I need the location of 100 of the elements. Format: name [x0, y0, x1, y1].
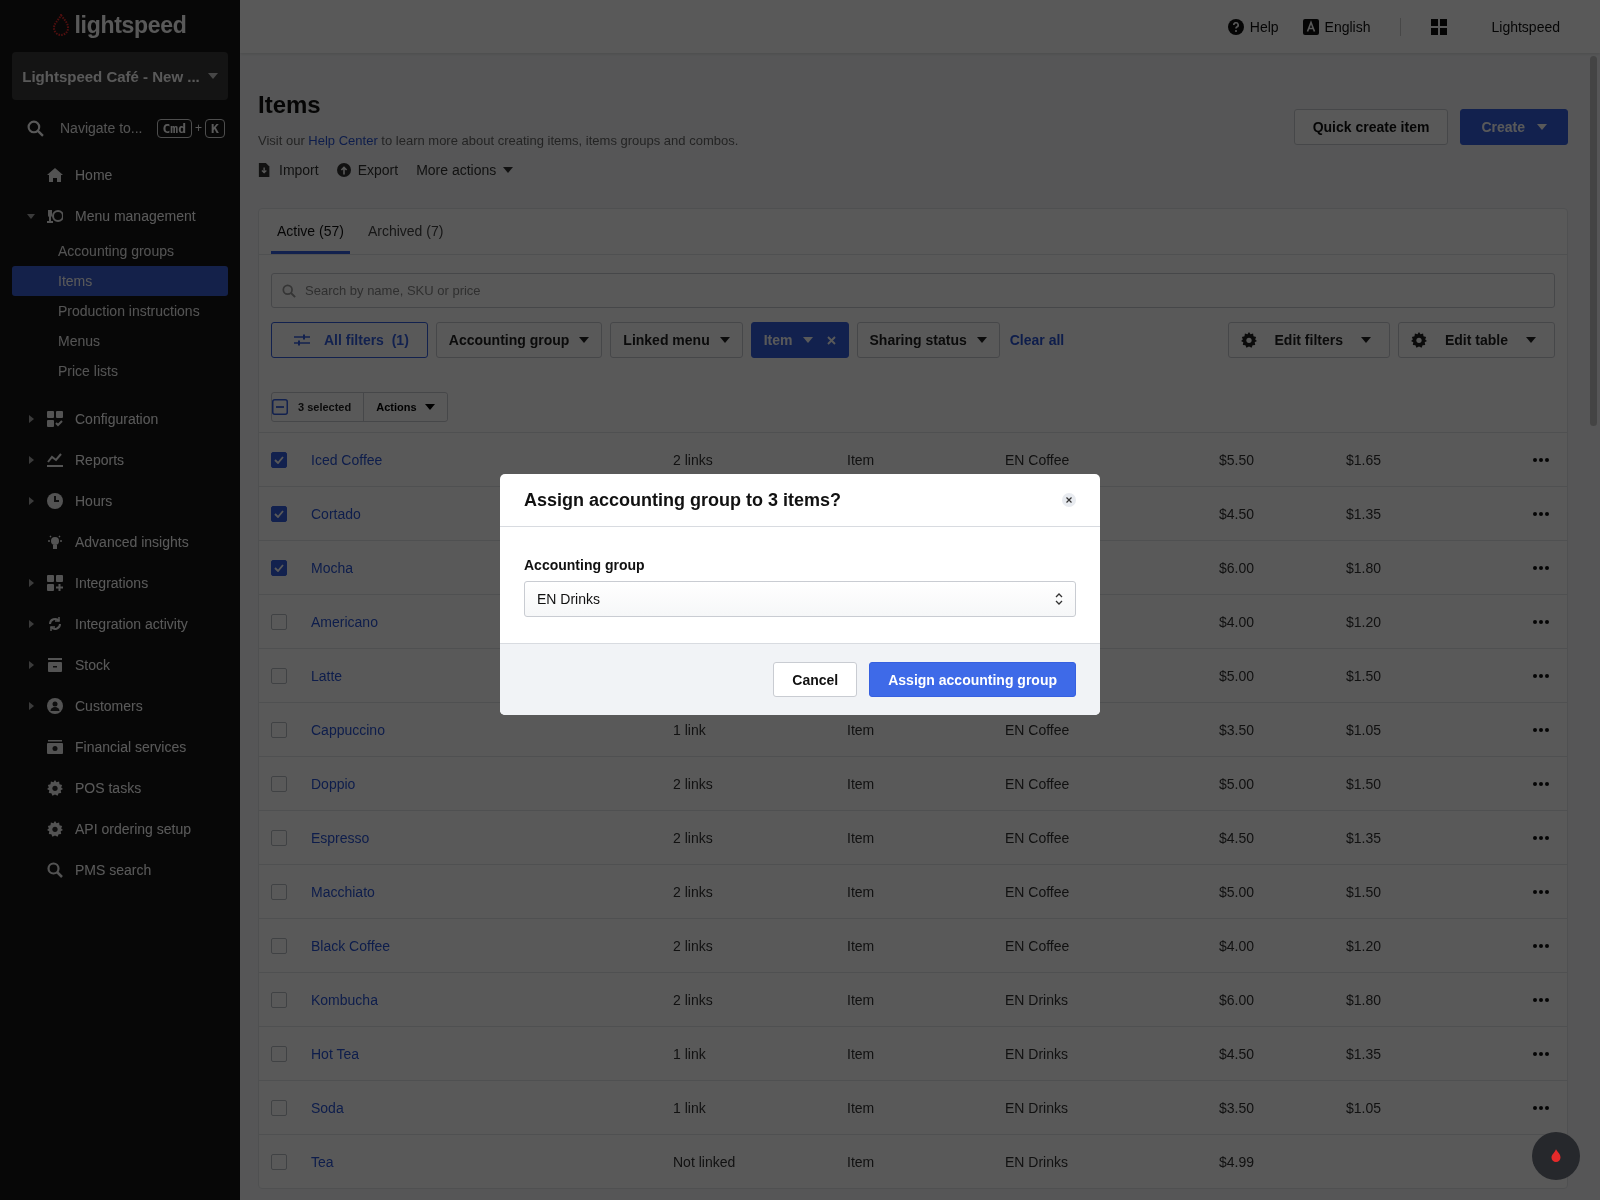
- action-button[interactable]: Export: [336, 162, 399, 178]
- sidebar-item[interactable]: PMS search: [0, 849, 240, 890]
- item-name-link[interactable]: Cortado: [311, 505, 361, 522]
- checkbox[interactable]: [271, 991, 287, 1008]
- settings-icon: [47, 820, 63, 837]
- more-icon[interactable]: [1533, 619, 1549, 624]
- checkbox[interactable]: [271, 505, 287, 522]
- more-icon[interactable]: [1533, 835, 1549, 840]
- sidebar-item[interactable]: Configuration: [0, 398, 240, 439]
- checkbox[interactable]: [271, 1153, 287, 1170]
- sidebar-item[interactable]: Stock: [0, 644, 240, 685]
- sidebar-subitem[interactable]: Accounting groups: [12, 236, 228, 266]
- sidebar-item[interactable]: POS tasks: [0, 767, 240, 808]
- sidebar-subitem[interactable]: Production instructions: [12, 296, 228, 326]
- checkbox[interactable]: [271, 829, 287, 846]
- more-icon[interactable]: [1533, 457, 1549, 462]
- table-cell: EN Drinks: [1005, 1099, 1068, 1116]
- more-actions-button[interactable]: More actions: [416, 162, 514, 178]
- quick-create-button[interactable]: Quick create item: [1293, 109, 1449, 145]
- store-selector[interactable]: Lightspeed Café - New ...: [12, 52, 228, 100]
- item-name-link[interactable]: Soda: [311, 1099, 344, 1116]
- table-cell: Item: [847, 1153, 875, 1170]
- sidebar-item[interactable]: Menu management: [0, 195, 240, 236]
- more-icon[interactable]: [1533, 997, 1549, 1002]
- all-filters-button[interactable]: All filters (1): [271, 322, 428, 358]
- item-name-link[interactable]: Doppio: [311, 775, 356, 792]
- table-cell: Item: [847, 883, 875, 900]
- item-name-link[interactable]: Latte: [311, 667, 343, 684]
- clear-all-link[interactable]: Clear all: [1009, 332, 1065, 348]
- table-setting-button[interactable]: Edit table: [1398, 322, 1555, 358]
- filter-dropdown[interactable]: Sharing status: [856, 322, 1000, 358]
- item-name-link[interactable]: Mocha: [311, 559, 354, 576]
- create-button[interactable]: Create: [1460, 109, 1568, 145]
- sidebar-item[interactable]: API ordering setup: [0, 808, 240, 849]
- item-name-link[interactable]: Americano: [311, 613, 378, 630]
- checkbox[interactable]: [271, 613, 287, 630]
- sidebar-item[interactable]: Reports: [0, 439, 240, 480]
- item-name-link[interactable]: Tea: [311, 1153, 334, 1170]
- action-button[interactable]: Import: [258, 162, 319, 178]
- checkbox[interactable]: [271, 775, 287, 792]
- navigate-field[interactable]: Navigate to...: [60, 120, 143, 136]
- item-name-link[interactable]: Hot Tea: [311, 1045, 359, 1062]
- tab[interactable]: Archived (7): [361, 209, 450, 254]
- language-link[interactable]: English: [1302, 18, 1371, 35]
- checkbox[interactable]: [271, 1045, 287, 1062]
- item-name-link[interactable]: Macchiato: [311, 883, 375, 900]
- more-icon[interactable]: [1533, 565, 1549, 570]
- checkbox[interactable]: [271, 721, 287, 738]
- sidebar-item[interactable]: Customers: [0, 685, 240, 726]
- item-name-link[interactable]: Kombucha: [311, 991, 378, 1008]
- apps-icon[interactable]: [1431, 18, 1448, 35]
- checkbox[interactable]: [271, 559, 287, 576]
- table-cell: $1.50: [1346, 883, 1382, 900]
- table-cell: Not linked: [673, 1153, 736, 1170]
- cancel-button[interactable]: Cancel: [773, 662, 858, 697]
- close-icon[interactable]: [1062, 493, 1076, 507]
- assign-button[interactable]: Assign accounting group: [869, 662, 1076, 697]
- more-icon[interactable]: [1533, 673, 1549, 678]
- help-link[interactable]: Help: [1227, 18, 1279, 35]
- filter-dropdown[interactable]: Accounting group: [435, 322, 603, 358]
- sidebar-item[interactable]: Integration activity: [0, 603, 240, 644]
- sidebar-item[interactable]: Financial services: [0, 726, 240, 767]
- table-cell: $5.00: [1219, 883, 1255, 900]
- accounting-group-select[interactable]: EN Drinks: [524, 581, 1076, 617]
- more-icon[interactable]: [1533, 781, 1549, 786]
- more-icon[interactable]: [1533, 511, 1549, 516]
- checkbox[interactable]: [271, 451, 287, 468]
- table-cell: $5.50: [1219, 451, 1255, 468]
- account-link[interactable]: Lightspeed: [1491, 18, 1560, 35]
- grid-icon: [47, 410, 63, 427]
- tab[interactable]: Active (57): [271, 209, 350, 254]
- filter-dropdown[interactable]: Item: [750, 322, 849, 358]
- sidebar-item[interactable]: Integrations: [0, 562, 240, 603]
- more-icon[interactable]: [1533, 889, 1549, 894]
- settings-icon: [47, 779, 63, 796]
- table-setting-button[interactable]: Edit filters: [1227, 322, 1390, 358]
- help-center-link[interactable]: Help Center: [308, 133, 378, 148]
- checkbox[interactable]: [271, 937, 287, 954]
- checkbox[interactable]: [271, 667, 287, 684]
- box-icon: [47, 656, 63, 673]
- checkbox[interactable]: [271, 883, 287, 900]
- item-name-link[interactable]: Iced Coffee: [311, 451, 383, 468]
- checkbox[interactable]: [271, 1099, 287, 1116]
- sidebar-item[interactable]: Advanced insights: [0, 521, 240, 562]
- more-icon[interactable]: [1533, 727, 1549, 732]
- table-cell: EN Drinks: [1005, 1045, 1068, 1062]
- more-icon[interactable]: [1533, 1051, 1549, 1056]
- table-cell: Item: [847, 1099, 875, 1116]
- sidebar-subitem[interactable]: Items: [12, 266, 228, 296]
- more-icon[interactable]: [1533, 943, 1549, 948]
- sidebar-item[interactable]: Hours: [0, 480, 240, 521]
- sidebar-item[interactable]: Home: [0, 154, 240, 195]
- item-name-link[interactable]: Espresso: [311, 829, 370, 846]
- sidebar-subitem[interactable]: Price lists: [12, 356, 228, 386]
- filter-dropdown[interactable]: Linked menu: [610, 322, 743, 358]
- item-name-link[interactable]: Black Coffee: [311, 937, 391, 954]
- item-name-link[interactable]: Cappuccino: [311, 721, 385, 738]
- checkbox-indeterminate-icon[interactable]: [272, 399, 288, 415]
- sidebar-subitem[interactable]: Menus: [12, 326, 228, 356]
- more-icon[interactable]: [1533, 1105, 1549, 1110]
